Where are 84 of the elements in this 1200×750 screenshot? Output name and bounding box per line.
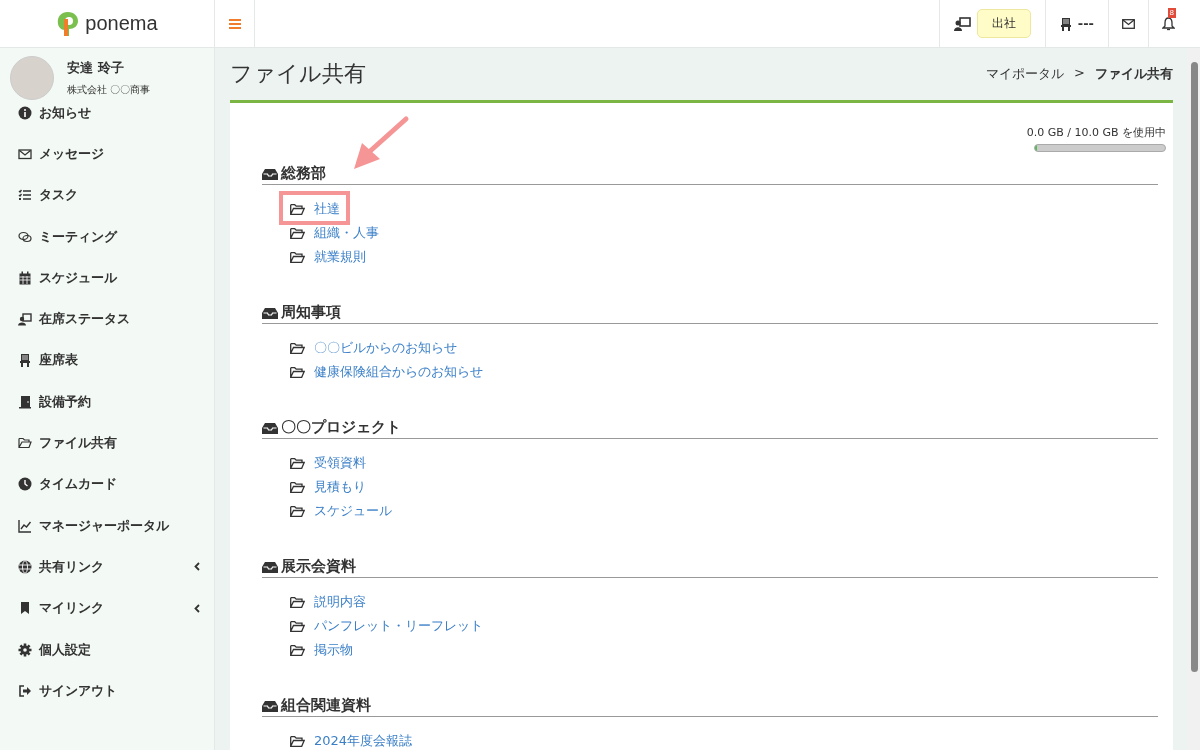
folder-link[interactable]: 健康保険組合からのお知らせ bbox=[314, 363, 483, 381]
folder-link[interactable]: 2024年度会報誌 bbox=[314, 732, 413, 750]
folder-icon bbox=[290, 251, 305, 263]
inbox-icon bbox=[262, 560, 278, 573]
brand-name: ponema bbox=[85, 12, 158, 35]
section-title: 〇〇プロジェクト bbox=[281, 418, 401, 437]
section-title: 周知事項 bbox=[281, 303, 341, 322]
sidebar-item[interactable]: スケジュール bbox=[0, 257, 214, 299]
user-name: 安達 玲子 bbox=[67, 59, 125, 77]
seat-icon bbox=[18, 353, 32, 368]
folder-link[interactable]: 就業規則 bbox=[314, 248, 366, 266]
status-icon bbox=[953, 16, 971, 31]
folder-icon bbox=[290, 620, 305, 632]
sidebar-item[interactable]: 設備予約 bbox=[0, 381, 214, 423]
sidebar-item[interactable]: ファイル共有 bbox=[0, 422, 214, 464]
folder-icon bbox=[290, 481, 305, 493]
folder-icon bbox=[290, 457, 305, 469]
notification-count: 8 bbox=[1167, 8, 1176, 18]
chair-icon bbox=[1059, 16, 1072, 31]
avatar bbox=[10, 56, 54, 100]
folder-link[interactable]: スケジュール bbox=[314, 502, 392, 520]
sidebar-item[interactable]: マイリンク bbox=[0, 587, 214, 629]
door-icon bbox=[18, 394, 32, 409]
clock-icon bbox=[18, 477, 32, 492]
chat-icon bbox=[18, 229, 32, 244]
folder-icon bbox=[290, 366, 305, 378]
folder-icon bbox=[290, 596, 305, 608]
sidebar-item[interactable]: タスク bbox=[0, 174, 214, 216]
caret-icon bbox=[194, 603, 200, 613]
folder-icon bbox=[18, 436, 32, 450]
folder-link[interactable]: 社達 bbox=[314, 200, 340, 218]
sidebar-item[interactable]: 共有リンク bbox=[0, 546, 214, 588]
chart-icon bbox=[18, 518, 32, 533]
folder-link[interactable]: 〇〇ビルからのお知らせ bbox=[314, 339, 457, 357]
scrollbar[interactable] bbox=[1188, 48, 1200, 750]
inbox-icon bbox=[262, 699, 278, 712]
folder-icon bbox=[290, 644, 305, 656]
settings-icon bbox=[18, 642, 32, 657]
company-name: 株式会社 〇〇商事 bbox=[67, 83, 151, 97]
breadcrumb-current: ファイル共有 bbox=[1095, 65, 1173, 83]
folder-link[interactable]: 受領資料 bbox=[314, 454, 366, 472]
folder-icon bbox=[290, 735, 305, 747]
page-title: ファイル共有 bbox=[230, 60, 366, 88]
sidebar-item[interactable]: 個人設定 bbox=[0, 628, 214, 671]
caret-icon bbox=[194, 562, 200, 572]
folder-icon bbox=[290, 505, 305, 517]
inbox-icon bbox=[262, 167, 278, 180]
folder-icon bbox=[290, 342, 305, 354]
sidebar-item[interactable]: 在席ステータス bbox=[0, 298, 214, 340]
sign-out-icon bbox=[18, 683, 32, 698]
folder-link[interactable]: パンフレット・リーフレット bbox=[314, 617, 483, 635]
mail-icon bbox=[18, 146, 32, 161]
folder-link[interactable]: 説明内容 bbox=[314, 593, 366, 611]
mail-icon bbox=[1122, 18, 1135, 29]
sidebar-item[interactable]: マネージャーポータル bbox=[0, 504, 214, 547]
breadcrumb-link[interactable]: マイポータル bbox=[986, 65, 1065, 83]
sidebar-item[interactable]: サインアウト bbox=[0, 670, 214, 712]
menu-icon bbox=[228, 18, 241, 29]
folder-link[interactable]: 組織・人事 bbox=[314, 224, 379, 242]
bookmark-icon bbox=[18, 601, 32, 616]
section-title: 展示会資料 bbox=[281, 557, 356, 576]
sidebar-item[interactable]: ミーティング bbox=[0, 215, 214, 258]
globe-icon bbox=[18, 559, 32, 574]
info-icon bbox=[18, 105, 32, 120]
inbox-icon bbox=[262, 421, 278, 434]
status-badge[interactable]: 出社 bbox=[976, 9, 1031, 38]
folder-icon bbox=[290, 227, 305, 239]
seat-label: --- bbox=[1077, 16, 1094, 31]
bell-icon bbox=[1162, 16, 1175, 31]
sidebar-item[interactable]: 座席表 bbox=[0, 339, 214, 382]
section-title: 組合関連資料 bbox=[281, 696, 371, 715]
folder-link[interactable]: 見積もり bbox=[314, 478, 366, 496]
sidebar-item[interactable]: メッセージ bbox=[0, 133, 214, 175]
folder-icon bbox=[290, 203, 305, 215]
logo-icon bbox=[56, 10, 81, 37]
status-icon bbox=[18, 312, 32, 327]
inbox-icon bbox=[262, 306, 278, 319]
cal-icon bbox=[18, 270, 32, 285]
sidebar-item[interactable]: タイムカード bbox=[0, 463, 214, 505]
storage-usage: 0.0 GB / 10.0 GB を使用中 bbox=[1026, 125, 1166, 140]
task-icon bbox=[18, 188, 32, 203]
folder-link[interactable]: 掲示物 bbox=[314, 641, 353, 659]
section-title: 総務部 bbox=[281, 164, 326, 183]
breadcrumb-separator: > bbox=[1074, 65, 1085, 82]
